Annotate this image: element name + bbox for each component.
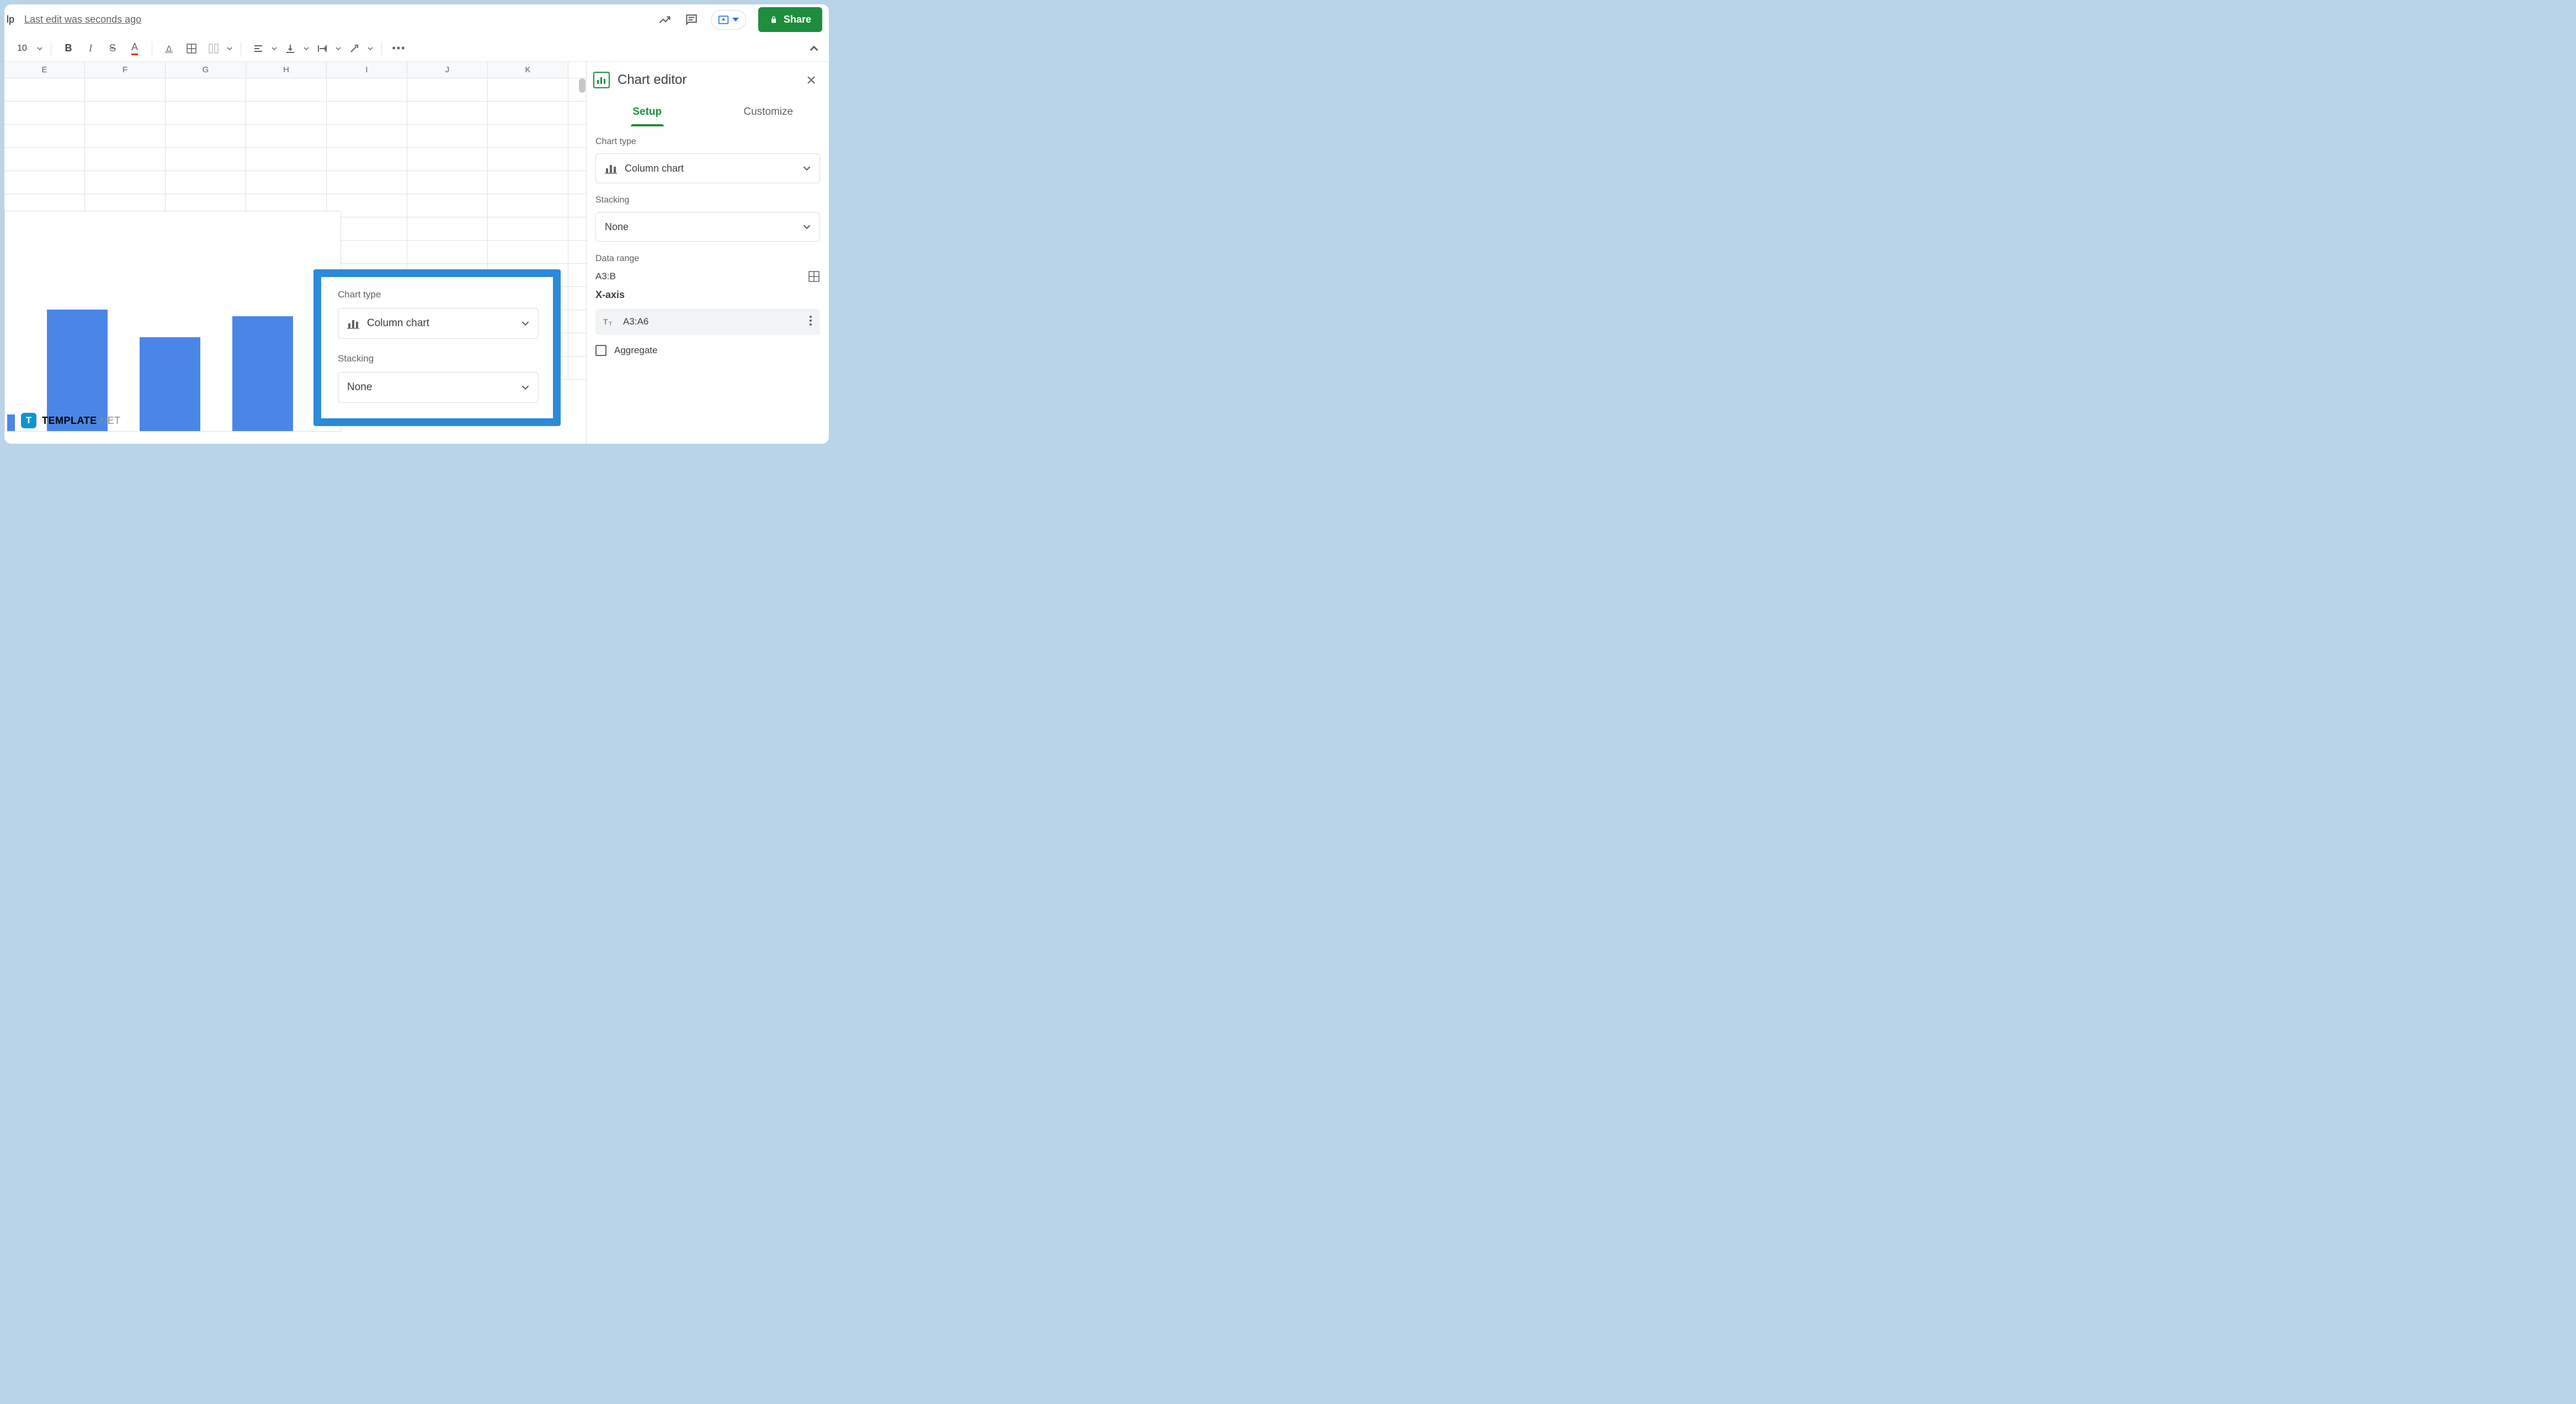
app-frame: lp Last edit was seconds ago Share 10 bbox=[4, 4, 829, 444]
caret-down-icon bbox=[803, 223, 811, 231]
separator bbox=[381, 42, 382, 55]
panel-title: Chart editor bbox=[618, 72, 796, 88]
data-range-label: Data range bbox=[595, 254, 820, 264]
column-header[interactable]: G bbox=[166, 62, 246, 78]
select-range-icon[interactable] bbox=[808, 270, 820, 283]
data-range-row: A3:B bbox=[595, 270, 820, 283]
font-size-value[interactable]: 10 bbox=[10, 44, 34, 54]
callout-stacking-label: Stacking bbox=[338, 353, 539, 364]
column-header[interactable]: E bbox=[4, 62, 85, 78]
data-range-value[interactable]: A3:B bbox=[595, 271, 616, 282]
menu-fragment[interactable]: lp bbox=[7, 14, 14, 25]
column-chart-icon bbox=[347, 318, 359, 329]
h-align-caret[interactable] bbox=[271, 46, 278, 51]
panel-body: Chart type Column chart Stacking None Da… bbox=[587, 126, 829, 356]
bold-button[interactable]: B bbox=[59, 39, 78, 58]
borders-button[interactable] bbox=[182, 39, 201, 58]
v-align-caret[interactable] bbox=[303, 46, 310, 51]
x-axis-value: A3:A6 bbox=[623, 316, 648, 327]
chart-object[interactable] bbox=[4, 211, 341, 432]
caret-down-icon bbox=[732, 18, 739, 22]
tab-customize[interactable]: Customize bbox=[708, 98, 829, 125]
stacking-dropdown[interactable]: None bbox=[595, 212, 820, 242]
tab-setup[interactable]: Setup bbox=[587, 98, 708, 125]
share-label: Share bbox=[784, 14, 811, 25]
spreadsheet-area[interactable]: E F G H I J K bbox=[4, 62, 586, 444]
callout-stacking-dropdown[interactable]: None bbox=[338, 372, 539, 403]
strikethrough-button[interactable]: S bbox=[103, 39, 122, 58]
chart-editor-icon bbox=[593, 72, 610, 88]
collapse-toolbar-button[interactable] bbox=[805, 39, 823, 58]
close-button[interactable] bbox=[803, 72, 819, 88]
panel-tabs: Setup Customize bbox=[587, 98, 829, 126]
chart-type-label: Chart type bbox=[595, 137, 820, 147]
present-dropdown[interactable] bbox=[711, 10, 746, 30]
merge-button[interactable] bbox=[204, 39, 223, 58]
wrap-caret[interactable] bbox=[335, 46, 342, 51]
merge-caret[interactable] bbox=[226, 46, 233, 51]
scrollbar-thumb[interactable] bbox=[579, 78, 586, 93]
text-color-button[interactable]: A bbox=[125, 39, 144, 58]
text-icon: TT bbox=[603, 317, 615, 327]
fill-color-button[interactable] bbox=[160, 39, 179, 58]
chart-editor-panel: Chart editor Setup Customize Chart type … bbox=[586, 62, 829, 444]
x-axis-label: X-axis bbox=[595, 289, 820, 301]
callout-chart-type-dropdown[interactable]: Column chart bbox=[338, 308, 539, 339]
svg-text:T: T bbox=[609, 321, 612, 327]
bar bbox=[140, 337, 200, 431]
toolbar: 10 B I S A ••• bbox=[4, 35, 829, 62]
svg-text:T: T bbox=[603, 317, 608, 326]
more-button[interactable]: ••• bbox=[390, 39, 408, 58]
chart-type-value: Column chart bbox=[625, 163, 684, 174]
x-axis-chip[interactable]: TT A3:A6 bbox=[595, 309, 820, 335]
watermark-text: TEMPLATE.NET bbox=[42, 415, 121, 427]
chart-type-dropdown[interactable]: Column chart bbox=[595, 153, 820, 183]
header-row: lp Last edit was seconds ago Share bbox=[4, 4, 829, 35]
v-align-button[interactable] bbox=[281, 39, 300, 58]
column-header[interactable]: F bbox=[85, 62, 166, 78]
share-button[interactable]: Share bbox=[758, 7, 822, 32]
caret-down-icon bbox=[803, 164, 811, 172]
watermark: T TEMPLATE.NET bbox=[21, 413, 121, 428]
wrap-button[interactable] bbox=[313, 39, 332, 58]
callout-chart-type-label: Chart type bbox=[338, 289, 539, 300]
stacking-label: Stacking bbox=[595, 195, 820, 205]
panel-header: Chart editor bbox=[587, 62, 829, 98]
chart-bars bbox=[7, 288, 293, 431]
header-right: Share bbox=[658, 7, 822, 32]
stacking-value: None bbox=[605, 221, 629, 233]
aggregate-row: Aggregate bbox=[595, 345, 820, 356]
aggregate-checkbox[interactable] bbox=[595, 345, 606, 356]
callout-stacking-value: None bbox=[347, 381, 372, 393]
rotation-caret[interactable] bbox=[367, 46, 374, 51]
content: E F G H I J K bbox=[4, 62, 829, 444]
h-align-button[interactable] bbox=[249, 39, 268, 58]
last-edit-link[interactable]: Last edit was seconds ago bbox=[24, 14, 141, 25]
font-size-caret[interactable] bbox=[36, 46, 43, 51]
bar bbox=[232, 316, 293, 431]
watermark-badge: T bbox=[21, 413, 36, 428]
italic-button[interactable]: I bbox=[81, 39, 100, 58]
column-header[interactable]: J bbox=[407, 62, 488, 78]
column-header[interactable]: K bbox=[488, 62, 568, 78]
callout-chart-type-value: Column chart bbox=[367, 317, 429, 329]
column-header[interactable]: H bbox=[246, 62, 327, 78]
header-left: lp Last edit was seconds ago bbox=[4, 14, 141, 25]
more-vert-icon[interactable] bbox=[809, 315, 812, 329]
comments-icon[interactable] bbox=[684, 13, 699, 27]
tutorial-callout: Chart type Column chart Stacking None bbox=[313, 269, 561, 426]
rotation-button[interactable] bbox=[345, 39, 364, 58]
bar bbox=[7, 414, 15, 431]
column-headers: E F G H I J K bbox=[4, 62, 586, 78]
column-header[interactable]: I bbox=[327, 62, 407, 78]
caret-down-icon bbox=[521, 320, 529, 327]
column-chart-icon bbox=[605, 163, 617, 174]
caret-down-icon bbox=[521, 384, 529, 391]
aggregate-label: Aggregate bbox=[614, 345, 657, 356]
trend-icon[interactable] bbox=[658, 13, 672, 27]
